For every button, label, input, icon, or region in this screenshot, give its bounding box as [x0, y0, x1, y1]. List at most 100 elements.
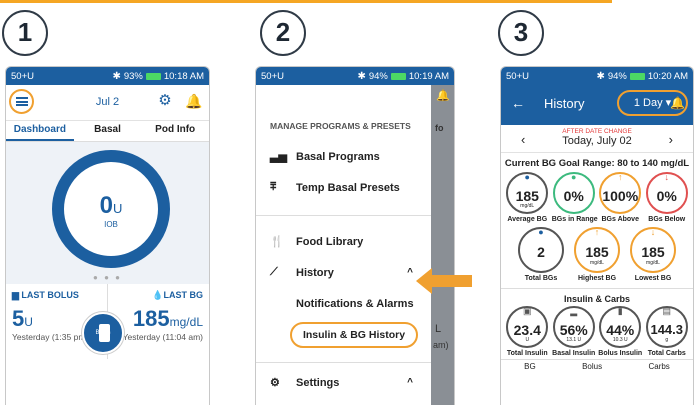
- pod-icon: ▆: [12, 290, 22, 300]
- previous-day-button[interactable]: ‹: [521, 132, 525, 147]
- clock: 10:20 AM: [647, 70, 688, 82]
- stat-value: 100%: [602, 188, 639, 204]
- date-navigator: ‹ AFTER DATE CHANGE Today, July 02 ›: [501, 125, 693, 153]
- stat-basal-insulin: ▂ 56% 13.1 U Basal Insulin: [552, 306, 596, 357]
- pod-status: 50+U: [261, 70, 284, 82]
- stat-unit: mg/dL: [520, 203, 535, 209]
- tab-basal[interactable]: Basal: [74, 121, 142, 141]
- basal-icon: ▂: [570, 306, 578, 316]
- history-detail-columns: BG Bolus Carbs: [501, 359, 693, 371]
- stat-label: BGs Below: [648, 216, 686, 223]
- stat-circle: ● 0%: [552, 172, 595, 214]
- stat-value: 56%: [559, 322, 588, 338]
- carbs-icon: ▤: [662, 306, 671, 316]
- dashboard-panel: 0U IOB: [6, 141, 209, 272]
- battery-icon: [145, 72, 161, 80]
- step-badge-1: 1: [2, 10, 48, 56]
- bell-icon[interactable]: 🔔: [185, 93, 202, 109]
- stat-value: 185: [585, 244, 609, 260]
- pointer-arrow-icon: [416, 268, 472, 294]
- stat-unit: 13.1 U: [566, 337, 582, 343]
- last-bg-label: LAST BG: [163, 290, 204, 300]
- chevron-up-icon: ^: [407, 267, 413, 278]
- menu-item-history[interactable]: ⟋ History ^: [256, 257, 431, 288]
- last-bg-card: 💧LAST BG 185mg/dL Yesterday (11:04 am): [107, 284, 209, 359]
- stat-circle: ↓ 185 mg/dL: [630, 227, 676, 273]
- bolus-button-label: Bolus: [95, 330, 111, 336]
- menu-item-settings[interactable]: ⚙ Settings ^: [256, 362, 431, 402]
- home-header: Jul 2 ⚙ 🔔: [6, 85, 209, 121]
- stat-total-bgs: ● 2 Total BGs: [515, 227, 567, 282]
- background-overlay[interactable]: 🔔 fo L am): [431, 85, 454, 405]
- bg-goal-range: Current BG Goal Range: 80 to 140 mg/dL: [504, 158, 690, 169]
- bell-icon: 🔔: [436, 90, 450, 102]
- stat-label: Total Insulin: [506, 350, 548, 357]
- blood-drop-icon: 💧: [152, 290, 164, 300]
- battery-icon: [390, 72, 406, 80]
- gear-icon: ⚙: [270, 377, 280, 389]
- navigation-menu: MANAGE PROGRAMS & PRESETS ▃▅ Basal Progra…: [256, 85, 431, 405]
- menu-item-insulin-bg-history[interactable]: Insulin & BG History: [290, 322, 418, 348]
- stat-value: 0%: [656, 188, 677, 204]
- iob-value: 0: [99, 192, 113, 219]
- stat-circle: ▮ 44% 10.3 U: [599, 306, 642, 348]
- blood-drop-icon: ●: [524, 172, 530, 182]
- back-arrow-icon[interactable]: ←: [511, 95, 525, 111]
- in-range-icon: ●: [571, 172, 577, 182]
- stat-unit: mg/dL: [590, 260, 604, 266]
- insulin-stats-row: ▣ 23.4 U Total Insulin ▂ 56% 13.1 U Basal In…: [501, 306, 693, 357]
- menu-item-label: Food Library: [296, 235, 364, 248]
- status-bar: 50+U ✱ 94% 10:19 AM: [256, 67, 454, 85]
- stat-average-bg: ● 185 mg/dL Average BG: [505, 172, 549, 223]
- iob-label: IOB: [104, 220, 118, 229]
- stat-label: Basal Insulin: [552, 350, 596, 357]
- iob-unit: U: [112, 201, 123, 216]
- stat-label: Total BGs: [524, 275, 558, 282]
- bg-stats-row-1: ● 185 mg/dL Average BG ● 0% BGs in Range ↑ 1…: [501, 172, 693, 223]
- battery-percent: 94%: [368, 70, 388, 82]
- stat-unit: U: [525, 337, 530, 343]
- stat-circle: ↑ 185 mg/dL: [574, 227, 620, 273]
- next-day-button[interactable]: ›: [669, 132, 673, 147]
- column-bolus: Bolus: [582, 362, 603, 371]
- arrow-down-icon: ↓: [650, 227, 656, 237]
- bell-icon[interactable]: 🔔: [670, 96, 685, 110]
- stat-highest-bg: ↑ 185 mg/dL Highest BG: [571, 227, 623, 282]
- gear-icon[interactable]: ⚙: [157, 93, 173, 109]
- pod-icon: ▣: [522, 306, 532, 316]
- bluetooth-icon: ✱: [357, 70, 366, 82]
- menu-item-basal-programs[interactable]: ▃▅ Basal Programs: [256, 141, 431, 172]
- fork-knife-icon: 🍴: [270, 236, 284, 248]
- shade-text: L: [435, 323, 442, 335]
- stat-label: Highest BG: [577, 275, 617, 282]
- menu-item-label: Basal Programs: [296, 150, 380, 163]
- shade-text: fo: [435, 123, 444, 133]
- menu-item-temp-basal-presets[interactable]: ⩱ Temp Basal Presets: [256, 172, 431, 203]
- phone-history-screen: 50+U ✱ 94% 10:20 AM ← History 1 Day ▾ 🔔 …: [500, 66, 694, 405]
- stat-total-insulin: ▣ 23.4 U Total Insulin: [505, 306, 549, 357]
- current-date: Today, July 02: [562, 135, 632, 147]
- stat-label: BGs Above: [601, 216, 639, 223]
- last-bg-time: Yesterday (11:04 am): [122, 332, 203, 342]
- status-bar: 50+U ✱ 94% 10:20 AM: [501, 67, 693, 85]
- menu-item-label: Settings: [296, 376, 340, 389]
- menu-item-notifications-alarms[interactable]: Notifications & Alarms: [256, 288, 431, 320]
- history-header: ← History 1 Day ▾ 🔔: [501, 85, 693, 125]
- page-title: History: [544, 96, 585, 111]
- stat-bolus-insulin: ▮ 44% 10.3 U Bolus Insulin: [598, 306, 642, 357]
- phone-home-screen: 50+U ✱ 93% 10:18 AM Jul 2 ⚙ 🔔 Dashboard …: [5, 66, 210, 405]
- battery-icon: [629, 72, 645, 80]
- tab-dashboard[interactable]: Dashboard: [6, 121, 74, 141]
- tutorial-graphic: { "steps": ["1", "2", "3"], "status1": {…: [0, 0, 697, 405]
- arrow-down-icon: ↓: [664, 172, 670, 182]
- stat-bgs-below: ↓ 0% BGs Below: [645, 172, 689, 223]
- battery-percent: 93%: [123, 70, 143, 82]
- stat-total-carbs: ▤ 144.3 g Total Carbs: [645, 306, 689, 357]
- home-tabs: Dashboard Basal Pod Info: [6, 121, 209, 141]
- iob-gauge: 0U IOB: [52, 150, 170, 268]
- menu-item-food-library[interactable]: 🍴 Food Library: [256, 215, 431, 257]
- temp-basal-icon: ⩱: [270, 181, 277, 193]
- menu-section-title: MANAGE PROGRAMS & PRESETS: [270, 121, 411, 131]
- day-range-value: 1 Day: [633, 97, 663, 109]
- tab-pod-info[interactable]: Pod Info: [141, 121, 209, 141]
